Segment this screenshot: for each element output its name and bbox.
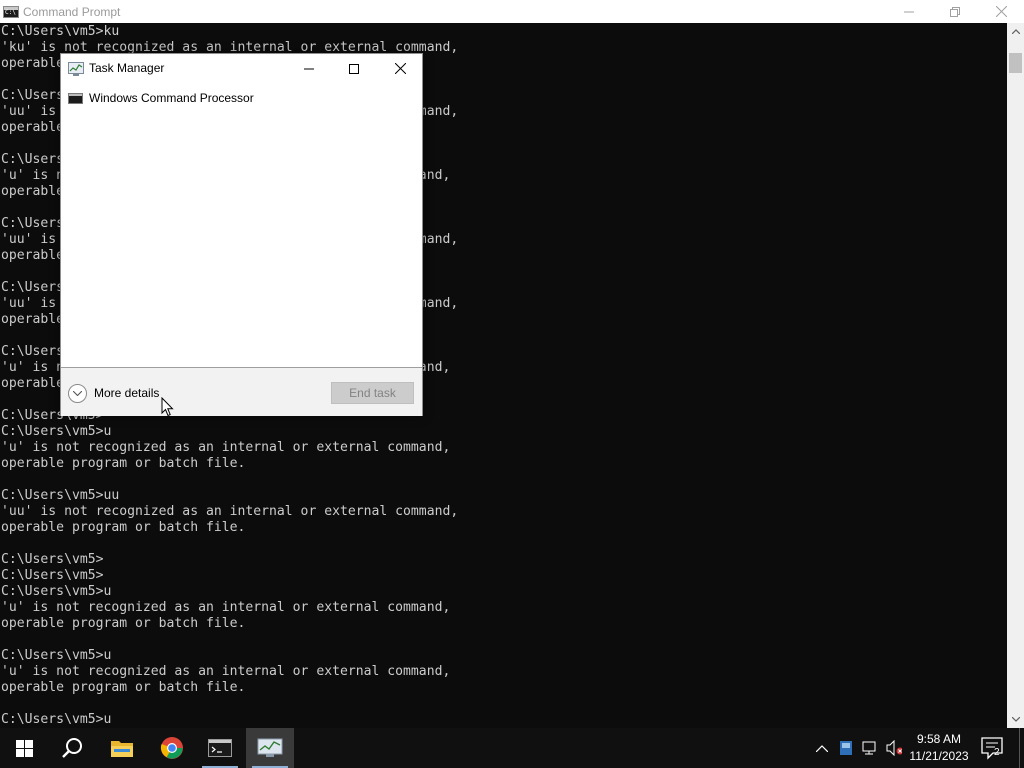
more-details-label: More details bbox=[94, 386, 160, 400]
console-line: C:\Users\vm5>u bbox=[1, 584, 112, 599]
show-hidden-icons-button[interactable] bbox=[814, 740, 830, 756]
console-line: C:\Users\vm5> bbox=[1, 568, 104, 583]
taskbar: 9:58 AM 11/21/2023 2 bbox=[0, 728, 1024, 768]
mouse-cursor-icon bbox=[161, 397, 174, 417]
cmd-app-icon bbox=[3, 5, 19, 18]
task-manager-minimize-button[interactable] bbox=[286, 54, 332, 83]
chevron-up-icon bbox=[1011, 29, 1020, 34]
volume-muted-icon bbox=[886, 740, 902, 756]
cmd-window-title: Command Prompt bbox=[23, 4, 121, 19]
end-task-button[interactable]: End task bbox=[331, 382, 414, 404]
console-line: 'u' is not recognized as an internal or … bbox=[1, 600, 451, 615]
chrome-button[interactable] bbox=[148, 728, 196, 768]
console-line: operable program or batch file. bbox=[1, 520, 246, 535]
process-row[interactable]: Windows Command Processor bbox=[61, 88, 422, 108]
task-manager-icon bbox=[68, 62, 84, 76]
task-manager-icon bbox=[257, 738, 283, 757]
cmd-process-icon bbox=[68, 92, 83, 104]
windows-logo-icon bbox=[15, 739, 33, 757]
minimize-icon bbox=[304, 68, 314, 69]
task-manager-close-button[interactable] bbox=[377, 54, 423, 83]
cmd-close-button[interactable] bbox=[978, 0, 1024, 23]
cmd-title-bar[interactable]: Command Prompt bbox=[0, 0, 1024, 23]
cmd-restore-button[interactable] bbox=[932, 0, 978, 23]
volume-button[interactable] bbox=[886, 740, 902, 756]
task-manager-window: Task Manager Windows Command Processor M… bbox=[60, 53, 423, 416]
more-details-toggle[interactable]: More details bbox=[68, 383, 159, 403]
chevron-down-circle-icon bbox=[68, 383, 87, 403]
restore-icon bbox=[950, 6, 960, 17]
notification-count: 2 bbox=[994, 747, 1000, 758]
network-icon bbox=[862, 741, 876, 755]
file-explorer-button[interactable] bbox=[98, 728, 146, 768]
process-list: Windows Command Processor bbox=[61, 88, 422, 368]
clock-date: 11/21/2023 bbox=[909, 749, 969, 763]
console-line: operable program or batch file. bbox=[1, 456, 246, 471]
scroll-thumb[interactable] bbox=[1009, 53, 1022, 73]
console-line: operable program or batch file. bbox=[1, 616, 246, 631]
console-line: operable program or batch file. bbox=[1, 680, 246, 695]
chevron-up-icon bbox=[816, 744, 828, 752]
console-line: C:\Users\vm5>u bbox=[1, 424, 112, 439]
search-button[interactable] bbox=[48, 728, 96, 768]
cmd-minimize-button[interactable] bbox=[886, 0, 932, 23]
scroll-up-button[interactable] bbox=[1007, 23, 1024, 40]
minimize-icon bbox=[904, 11, 914, 12]
task-manager-maximize-button[interactable] bbox=[331, 54, 377, 83]
close-icon bbox=[394, 63, 406, 74]
scroll-down-button[interactable] bbox=[1007, 711, 1024, 728]
cmd-icon bbox=[208, 739, 232, 757]
show-desktop-button[interactable] bbox=[1019, 728, 1024, 768]
task-manager-title: Task Manager bbox=[89, 61, 165, 75]
console-scrollbar[interactable] bbox=[1007, 23, 1024, 728]
console-line: C:\Users\vm5> bbox=[1, 552, 104, 567]
folder-icon bbox=[111, 741, 133, 757]
search-icon bbox=[62, 738, 82, 758]
notifications-icon[interactable] bbox=[980, 736, 1006, 760]
console-line: 'uu' is not recognized as an internal or… bbox=[1, 504, 459, 519]
console-line: C:\Users\vm5>ku bbox=[1, 24, 120, 39]
task-manager-footer: More details End task bbox=[61, 367, 422, 416]
network-icon-button[interactable] bbox=[862, 740, 878, 756]
task-manager-taskbar-button[interactable] bbox=[246, 728, 294, 768]
console-line: 'u' is not recognized as an internal or … bbox=[1, 664, 451, 679]
tray-app-icon[interactable] bbox=[838, 740, 854, 756]
command-prompt-taskbar-button[interactable] bbox=[196, 728, 244, 768]
maximize-icon bbox=[349, 63, 359, 74]
chrome-icon bbox=[160, 737, 183, 759]
console-line: C:\Users\vm5>u bbox=[1, 648, 112, 663]
console-line: C:\Users\vm5>uu bbox=[1, 488, 120, 503]
console-line: C:\Users\vm5>u bbox=[1, 712, 112, 727]
taskbar-clock[interactable]: 9:58 AM 11/21/2023 bbox=[906, 731, 972, 765]
task-manager-title-bar[interactable]: Task Manager bbox=[61, 54, 422, 84]
close-icon bbox=[995, 6, 1007, 17]
chevron-down-icon bbox=[1011, 717, 1020, 722]
clock-time: 9:58 AM bbox=[916, 732, 962, 746]
console-line: 'u' is not recognized as an internal or … bbox=[1, 440, 451, 455]
start-button[interactable] bbox=[0, 728, 48, 768]
tray-app-icon-graphic bbox=[840, 741, 852, 755]
process-name: Windows Command Processor bbox=[89, 91, 254, 105]
